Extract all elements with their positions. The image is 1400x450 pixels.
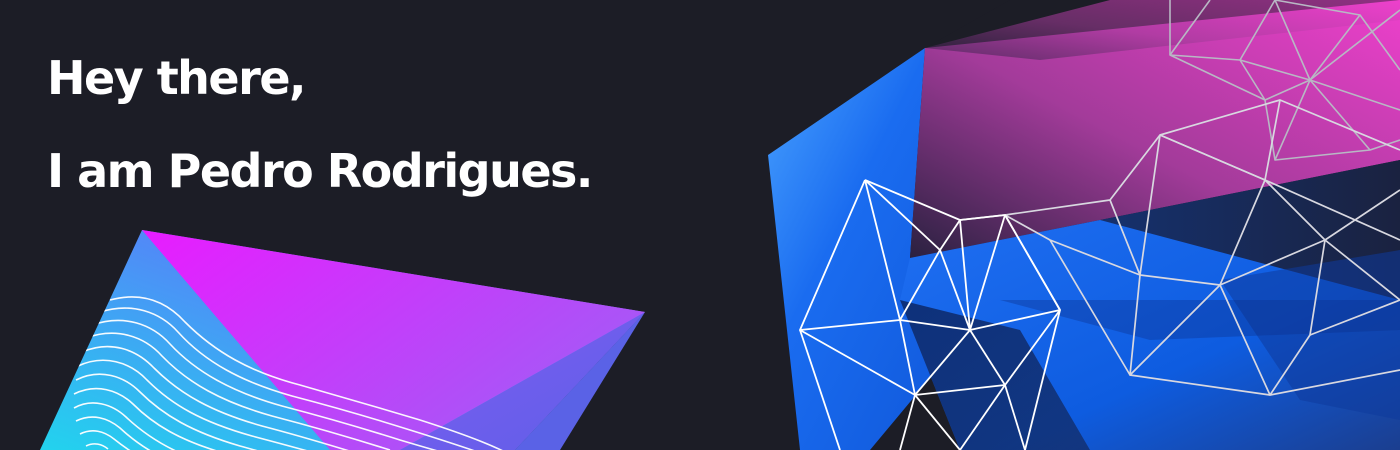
greeting-line-1: Hey there, [47, 51, 306, 105]
left-crystal-shape [40, 230, 645, 450]
greeting-line-2: I am Pedro Rodrigues. [47, 144, 593, 198]
greeting-heading: Hey there, I am Pedro Rodrigues. [47, 51, 593, 238]
hero-banner: Hey there, I am Pedro Rodrigues. [0, 0, 1400, 450]
